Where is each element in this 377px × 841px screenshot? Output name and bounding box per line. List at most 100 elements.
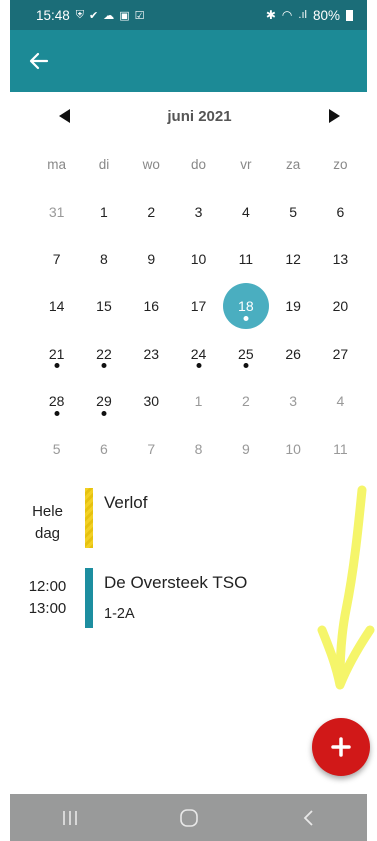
day-number: 30 <box>143 393 160 410</box>
calendar-day[interactable]: 14 <box>33 283 80 330</box>
calendar-day[interactable]: 3 <box>175 188 222 235</box>
calendar-day[interactable]: 9 <box>222 425 269 472</box>
calendar-day[interactable]: 5 <box>269 188 316 235</box>
calendar-day[interactable]: 27 <box>317 330 364 377</box>
calendar-day[interactable]: 8 <box>175 425 222 472</box>
day-number: 12 <box>285 251 301 268</box>
calendar-day[interactable]: 1 <box>175 378 222 425</box>
calendar-day[interactable]: 8 <box>80 235 127 282</box>
event-color-bar <box>85 488 93 548</box>
calendar-day[interactable]: 7 <box>33 235 80 282</box>
calendar-day[interactable]: 12 <box>269 235 316 282</box>
calendar-day[interactable]: 16 <box>128 283 175 330</box>
day-number: 5 <box>289 203 298 220</box>
calendar-day[interactable]: 30 <box>128 378 175 425</box>
calendar-day[interactable]: 24 <box>175 330 222 377</box>
signal-icon: .ıl <box>298 9 307 21</box>
event-title: De Oversteek TSO <box>104 573 248 592</box>
day-number: 19 <box>285 298 301 315</box>
calendar-day[interactable]: 25 <box>222 330 269 377</box>
day-number: 17 <box>190 298 207 315</box>
triangle-right-icon <box>328 109 340 123</box>
day-number: 20 <box>332 298 349 315</box>
weekday-label: ma <box>47 156 67 172</box>
day-number: 24 <box>190 345 207 362</box>
calendar-day[interactable]: 15 <box>80 283 127 330</box>
calendar-day[interactable]: 28 <box>33 378 80 425</box>
recent-apps-button[interactable] <box>40 794 100 841</box>
back-arrow-icon <box>29 52 49 70</box>
day-number: 2 <box>241 393 250 410</box>
battery-level: 80% <box>312 7 340 23</box>
bluetooth-icon: ✱ <box>265 8 276 22</box>
calendar-day[interactable]: 29 <box>80 378 127 425</box>
recent-apps-icon <box>62 810 77 825</box>
event-subtitle: 1-2A <box>104 606 135 622</box>
calendar-week: 14 15 16 17 18 19 20 <box>10 283 367 330</box>
calendar-day[interactable]: 13 <box>317 235 364 282</box>
calendar-day[interactable]: 21 <box>33 330 80 377</box>
calendar-day[interactable]: 2 <box>222 378 269 425</box>
event-dot <box>54 410 60 416</box>
app-bar <box>10 30 367 92</box>
day-number: 11 <box>333 440 348 457</box>
day-number: 27 <box>332 345 349 362</box>
event-dot <box>243 363 249 369</box>
day-number: 13 <box>332 251 349 268</box>
month-title: juni 2021 <box>167 107 232 125</box>
day-number: 6 <box>100 440 108 457</box>
weekday-row: ma di wo do vr za zo <box>10 140 367 188</box>
system-back-button[interactable] <box>278 794 338 841</box>
event-dot <box>101 363 107 369</box>
calendar-day[interactable]: 9 <box>128 235 175 282</box>
calendar-day[interactable]: 17 <box>175 283 222 330</box>
calendar-day[interactable]: 11 <box>317 425 364 472</box>
day-number: 28 <box>48 393 65 410</box>
calendar-day[interactable]: 23 <box>128 330 175 377</box>
battery-icon <box>346 9 353 21</box>
calendar-day-selected[interactable]: 18 <box>222 283 269 330</box>
calendar-day[interactable]: 5 <box>33 425 80 472</box>
checkbox-icon: ☑ <box>134 9 145 22</box>
day-number: 7 <box>52 251 61 268</box>
weekday-label: zo <box>333 156 348 172</box>
calendar-day[interactable]: 10 <box>175 235 222 282</box>
calendar-day[interactable]: 31 <box>33 188 80 235</box>
calendar-day[interactable]: 4 <box>317 378 364 425</box>
calendar-day[interactable]: 4 <box>222 188 269 235</box>
calendar-day[interactable]: 6 <box>80 425 127 472</box>
calendar-day[interactable]: 7 <box>128 425 175 472</box>
day-number: 26 <box>285 345 301 362</box>
calendar-day[interactable]: 6 <box>317 188 364 235</box>
event-time-start: 12:00 <box>28 578 67 595</box>
calendar-day[interactable]: 2 <box>128 188 175 235</box>
calendar-day[interactable]: 22 <box>80 330 127 377</box>
event-dot <box>196 363 202 369</box>
day-number: 9 <box>147 251 156 268</box>
day-number: 5 <box>52 440 61 457</box>
weekday-label: za <box>286 156 301 172</box>
day-number: 2 <box>147 203 156 220</box>
calendar-day[interactable]: 20 <box>317 283 364 330</box>
calendar-week: 31 1 2 3 4 5 6 <box>10 188 367 235</box>
add-event-button[interactable] <box>312 718 370 776</box>
calendar-day[interactable]: 19 <box>269 283 316 330</box>
previous-month-button[interactable] <box>52 103 78 129</box>
calendar-day[interactable]: 26 <box>269 330 316 377</box>
notification-icons: ⛨ ✔ ☁ ▣ ☑ <box>76 9 145 22</box>
calendar-day[interactable]: 10 <box>269 425 316 472</box>
day-number: 6 <box>336 203 345 220</box>
next-month-button[interactable] <box>321 103 347 129</box>
calendar-day[interactable]: 3 <box>269 378 316 425</box>
event-item[interactable]: 12:00 13:00 De Oversteek TSO 1-2A <box>10 568 367 638</box>
back-button[interactable] <box>24 46 54 76</box>
event-dot <box>101 410 107 416</box>
event-item[interactable]: Hele dag Verlof <box>10 488 367 568</box>
calendar-day[interactable]: 1 <box>80 188 127 235</box>
day-number: 31 <box>48 203 65 220</box>
calendar-grid: 31 1 2 3 4 5 6 7 8 9 10 11 12 13 14 15 16 17 18 19 20 21 22 23 2… <box>10 188 367 472</box>
calendar-day[interactable]: 11 <box>222 235 269 282</box>
home-button[interactable] <box>159 794 219 841</box>
day-number: 4 <box>241 203 250 220</box>
day-number: 3 <box>289 393 298 410</box>
